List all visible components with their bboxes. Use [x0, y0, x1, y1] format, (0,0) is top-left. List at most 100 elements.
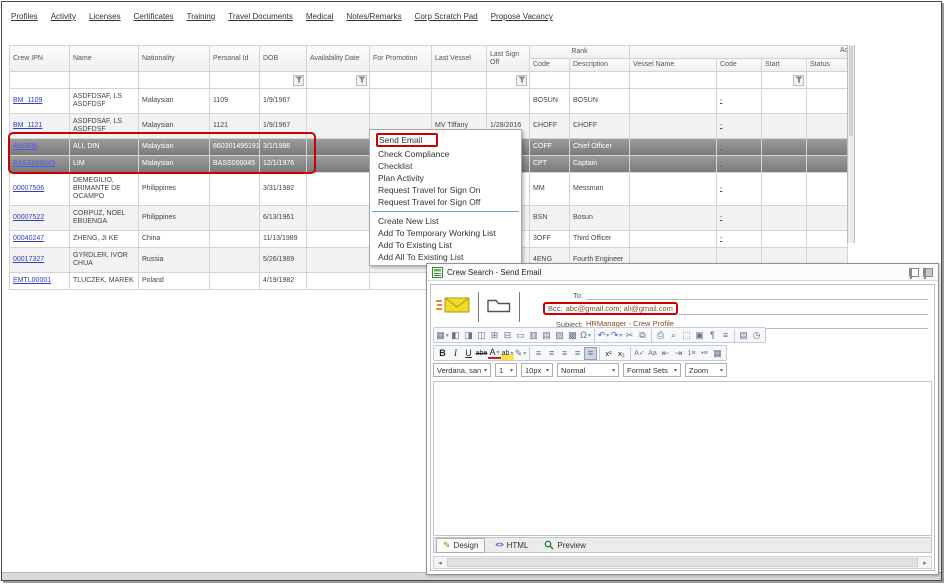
- activity-code-link[interactable]: -: [720, 143, 722, 150]
- editor-dropdown[interactable]: Verdana, san...▾: [433, 363, 491, 377]
- nav-link[interactable]: Certificates: [134, 12, 174, 21]
- italic-icon[interactable]: I: [449, 347, 462, 360]
- tab-preview[interactable]: Preview: [538, 539, 591, 551]
- maximize-button[interactable]: [909, 268, 919, 277]
- delete-column-icon[interactable]: ◫: [475, 329, 488, 342]
- insert-row-below-icon[interactable]: ⊟: [501, 329, 514, 342]
- email-body-editor[interactable]: [433, 381, 932, 536]
- grid-vertical-scrollbar[interactable]: [847, 45, 855, 243]
- history-icon[interactable]: ◷: [750, 329, 763, 342]
- underline-icon[interactable]: U: [462, 347, 475, 360]
- justify-icon[interactable]: ≡: [571, 347, 584, 360]
- editor-dropdown[interactable]: Normal▾: [557, 363, 619, 377]
- find-and-replace-icon[interactable]: ⌕: [667, 329, 680, 342]
- outdent-icon[interactable]: ⇤: [659, 347, 672, 360]
- close-button[interactable]: [923, 268, 933, 277]
- background-color-icon[interactable]: ab: [501, 347, 514, 360]
- insert-table-icon[interactable]: ▦: [436, 329, 449, 342]
- spellcheck-icon[interactable]: A✓: [633, 347, 646, 360]
- split-cells-icon[interactable]: ▤: [540, 329, 553, 342]
- crew-ipn-link[interactable]: BM_1109: [13, 97, 42, 104]
- activity-code-link[interactable]: -: [720, 97, 722, 104]
- activity-code-link[interactable]: -: [720, 235, 722, 242]
- menu-item[interactable]: [372, 211, 519, 212]
- indent-icon[interactable]: ⇥: [672, 347, 685, 360]
- menu-item[interactable]: Create New List: [370, 215, 521, 227]
- tab-design[interactable]: ✎Design: [436, 538, 485, 553]
- menu-item[interactable]: Add All To Existing List: [370, 251, 521, 263]
- justify-full-icon[interactable]: ≡: [584, 347, 597, 360]
- table-row[interactable]: BM_1109 ASDFDSAF, LS ASDFDSF Malaysian 1…: [10, 89, 848, 114]
- editor-dropdown[interactable]: Zoom▾: [685, 363, 727, 377]
- crew-ipn-link[interactable]: BASS000045: [13, 160, 55, 167]
- activity-code-link[interactable]: -: [720, 214, 722, 221]
- crew-ipn-link[interactable]: 00017327: [13, 256, 44, 263]
- format-stripper-icon[interactable]: Aa: [646, 347, 659, 360]
- print-icon[interactable]: ⎙: [654, 329, 667, 342]
- undo-icon[interactable]: ↶: [597, 329, 610, 342]
- editor-dropdown[interactable]: 1▾: [495, 363, 517, 377]
- image-manager-icon[interactable]: ▤: [737, 329, 750, 342]
- cut-icon[interactable]: ✂: [623, 329, 636, 342]
- select-all-icon[interactable]: ⬚: [680, 329, 693, 342]
- superscript-icon[interactable]: x²: [602, 347, 615, 360]
- delete-row-icon[interactable]: ▭: [514, 329, 527, 342]
- nav-link[interactable]: Activity: [51, 12, 76, 21]
- align-center-icon[interactable]: ≡: [545, 347, 558, 360]
- insert-image-icon[interactable]: ▦: [711, 347, 724, 360]
- to-input[interactable]: [586, 290, 928, 300]
- activity-code-link[interactable]: -: [720, 160, 722, 167]
- filter-icon[interactable]: [356, 75, 367, 86]
- dialog-titlebar[interactable]: Crew Search - Send Email: [427, 264, 938, 281]
- activity-code-link[interactable]: -: [720, 185, 722, 192]
- tab-html[interactable]: <>HTML: [489, 540, 534, 551]
- numbered-list-icon[interactable]: 1≡: [685, 347, 698, 360]
- menu-item[interactable]: Request Travel for Sign On: [370, 184, 521, 196]
- scrollbar-thumb[interactable]: [447, 558, 918, 567]
- nav-link[interactable]: Corp Scratch Pad: [415, 12, 478, 21]
- folder-icon[interactable]: [486, 296, 512, 319]
- font-color-icon[interactable]: A: [488, 348, 501, 359]
- bullet-list-icon[interactable]: •≡: [698, 347, 711, 360]
- nav-link[interactable]: Training: [187, 12, 216, 21]
- nav-link[interactable]: Medical: [306, 12, 334, 21]
- menu-item[interactable]: Send Email: [370, 132, 521, 148]
- insert-column-right-icon[interactable]: ◨: [462, 329, 475, 342]
- bcc-input-rest[interactable]: [678, 305, 928, 315]
- activity-code-link[interactable]: -: [720, 122, 722, 129]
- editor-horizontal-scrollbar[interactable]: ◂ ▸: [433, 556, 932, 569]
- menu-item[interactable]: Add To Existing List: [370, 239, 521, 251]
- scroll-right-icon[interactable]: ▸: [919, 559, 931, 567]
- align-left-icon[interactable]: ≡: [532, 347, 545, 360]
- menu-item[interactable]: Checklist: [370, 160, 521, 172]
- paragraph-marks-icon[interactable]: ¶: [706, 329, 719, 342]
- scrollbar-thumb[interactable]: [849, 46, 853, 136]
- editor-dropdown[interactable]: 10px▾: [521, 363, 553, 377]
- crew-ipn-link[interactable]: 00007522: [13, 214, 44, 221]
- merge-cells-icon[interactable]: ▥: [527, 329, 540, 342]
- redo-icon[interactable]: ↷: [610, 329, 623, 342]
- subscript-icon[interactable]: x₂: [615, 347, 628, 360]
- horizontal-rule-icon[interactable]: ≡: [719, 329, 732, 342]
- send-email-icon[interactable]: [435, 295, 471, 320]
- nav-link[interactable]: Profiles: [11, 12, 38, 21]
- cell-properties-icon[interactable]: ▨: [553, 329, 566, 342]
- paste-icon[interactable]: ▣: [693, 329, 706, 342]
- menu-item[interactable]: Check Compliance: [370, 148, 521, 160]
- nav-link[interactable]: Notes/Remarks: [346, 12, 401, 21]
- filter-icon[interactable]: [516, 75, 527, 86]
- align-right-icon[interactable]: ≡: [558, 347, 571, 360]
- menu-item[interactable]: Plan Activity: [370, 172, 521, 184]
- scroll-left-icon[interactable]: ◂: [434, 559, 446, 567]
- crew-ipn-link[interactable]: 00040247: [13, 235, 44, 242]
- filter-icon[interactable]: [793, 75, 804, 86]
- crew-ipn-link[interactable]: EMTL00001: [13, 277, 51, 284]
- editor-dropdown[interactable]: Format Sets▾: [623, 363, 681, 377]
- special-character-icon[interactable]: Ω: [579, 329, 592, 342]
- crew-ipn-link[interactable]: A9S836: [13, 143, 38, 150]
- insert-row-above-icon[interactable]: ⊞: [488, 329, 501, 342]
- crew-ipn-link[interactable]: BM_1121: [13, 122, 42, 129]
- menu-item[interactable]: Add To Temporary Working List: [370, 227, 521, 239]
- table-properties-icon[interactable]: ▩: [566, 329, 579, 342]
- crew-ipn-link[interactable]: 00007506: [13, 185, 44, 192]
